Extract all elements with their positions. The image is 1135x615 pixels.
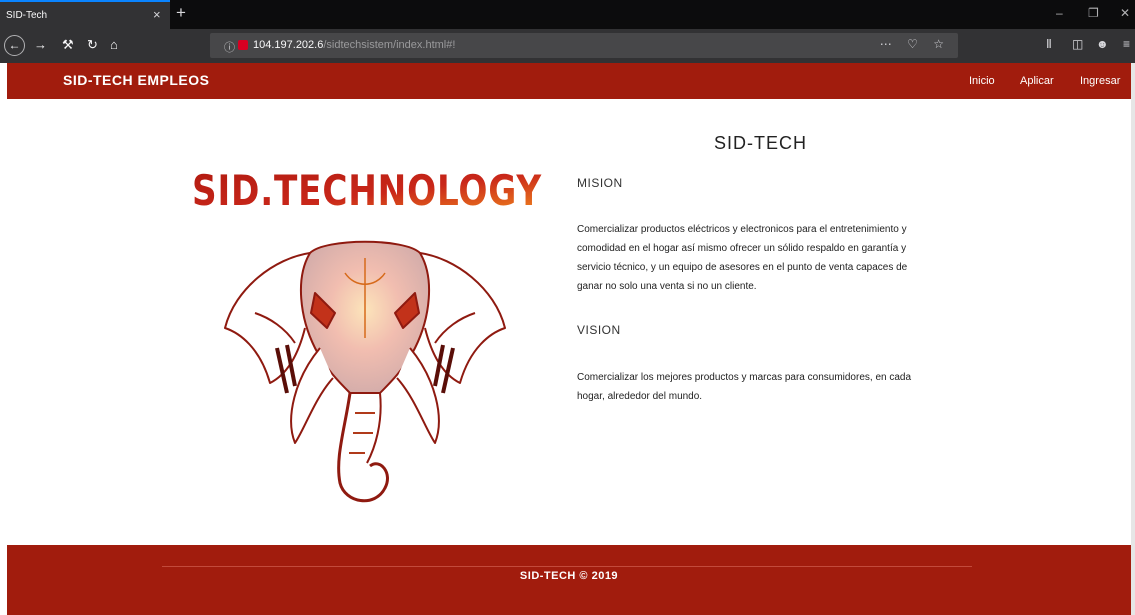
page-scrollbar[interactable] xyxy=(1131,63,1135,615)
footer-divider xyxy=(162,566,972,567)
site-footer: SID-TECH © 2019 xyxy=(7,545,1131,615)
mission-heading: MISION xyxy=(577,176,623,190)
back-icon[interactable]: ← xyxy=(4,35,25,56)
browser-toolbar: ← → ⚒ ↻ ⌂ ⓘ 104.197.202.6/sidtechsistem/… xyxy=(0,29,1135,63)
info-icon[interactable]: ⓘ xyxy=(224,39,235,55)
bookmark-star-icon[interactable]: ☆ xyxy=(933,37,950,51)
nav-aplicar[interactable]: Aplicar xyxy=(1020,75,1054,87)
mission-line: servicio técnico, y un equipo de asesore… xyxy=(577,262,908,273)
url-host: 104.197.202.6 xyxy=(253,39,324,51)
tab-close-icon[interactable]: × xyxy=(153,7,161,22)
more-icon[interactable]: ⋯ xyxy=(880,37,898,51)
home-icon[interactable]: ⌂ xyxy=(110,37,118,52)
reload-icon[interactable]: ↻ xyxy=(87,37,98,53)
url-actions: ⋯ ♡ ☆ xyxy=(880,37,950,51)
brand-link[interactable]: SID-TECH EMPLEOS xyxy=(63,72,209,88)
site-header: SID-TECH EMPLEOS Inicio Aplicar Ingresar xyxy=(7,63,1131,99)
mission-line: ganar no solo una venta si no un cliente… xyxy=(577,281,757,292)
wrench-icon[interactable]: ⚒ xyxy=(62,37,74,53)
nav-inicio[interactable]: Inicio xyxy=(969,75,995,87)
footer-copyright: SID-TECH © 2019 xyxy=(519,570,619,582)
sid-technology-logo: SID.TECHNOLOGY xyxy=(192,166,542,215)
elephant-logo-image xyxy=(224,240,506,503)
close-icon[interactable]: ✕ xyxy=(1120,6,1130,20)
mission-line: comodidad en el hogar así mismo ofrecer … xyxy=(577,243,907,254)
forward-icon[interactable]: → xyxy=(34,37,47,52)
mission-text: Comercializar productos eléctricos y ele… xyxy=(577,220,962,296)
browser-tab-strip: SID-Tech × + – ❐ ✕ xyxy=(0,0,1135,29)
vision-text: Comercializar los mejores productos y ma… xyxy=(577,368,962,406)
library-icon[interactable]: Ⅱ xyxy=(1046,37,1052,51)
lock-icon[interactable] xyxy=(238,40,248,50)
minimize-icon[interactable]: – xyxy=(1056,6,1063,20)
tab-title: SID-Tech xyxy=(6,10,48,21)
pocket-icon[interactable]: ♡ xyxy=(907,37,924,51)
mission-line: Comercializar productos eléctricos y ele… xyxy=(577,224,907,235)
vision-line: hogar, alrededor del mundo. xyxy=(577,391,703,402)
menu-icon[interactable]: ≡ xyxy=(1123,37,1130,51)
new-tab-button[interactable]: + xyxy=(176,3,186,23)
account-icon[interactable]: ☻ xyxy=(1096,37,1109,51)
vision-line: Comercializar los mejores productos y ma… xyxy=(577,372,912,383)
restore-icon[interactable]: ❐ xyxy=(1088,6,1099,20)
sidebar-icon[interactable]: ◫ xyxy=(1072,37,1083,51)
browser-tab[interactable]: SID-Tech × xyxy=(0,0,170,29)
url-path: /sidtechsistem/index.html#! xyxy=(323,39,456,51)
nav-ingresar[interactable]: Ingresar xyxy=(1080,75,1120,87)
url-bar[interactable]: ⓘ 104.197.202.6/sidtechsistem/index.html… xyxy=(210,33,958,58)
page-title: SID-TECH xyxy=(714,133,807,153)
url-text[interactable]: 104.197.202.6/sidtechsistem/index.html#! xyxy=(253,39,455,51)
logo-text: SID.TECHNOLOGY xyxy=(192,166,542,215)
vision-heading: VISION xyxy=(577,323,621,337)
